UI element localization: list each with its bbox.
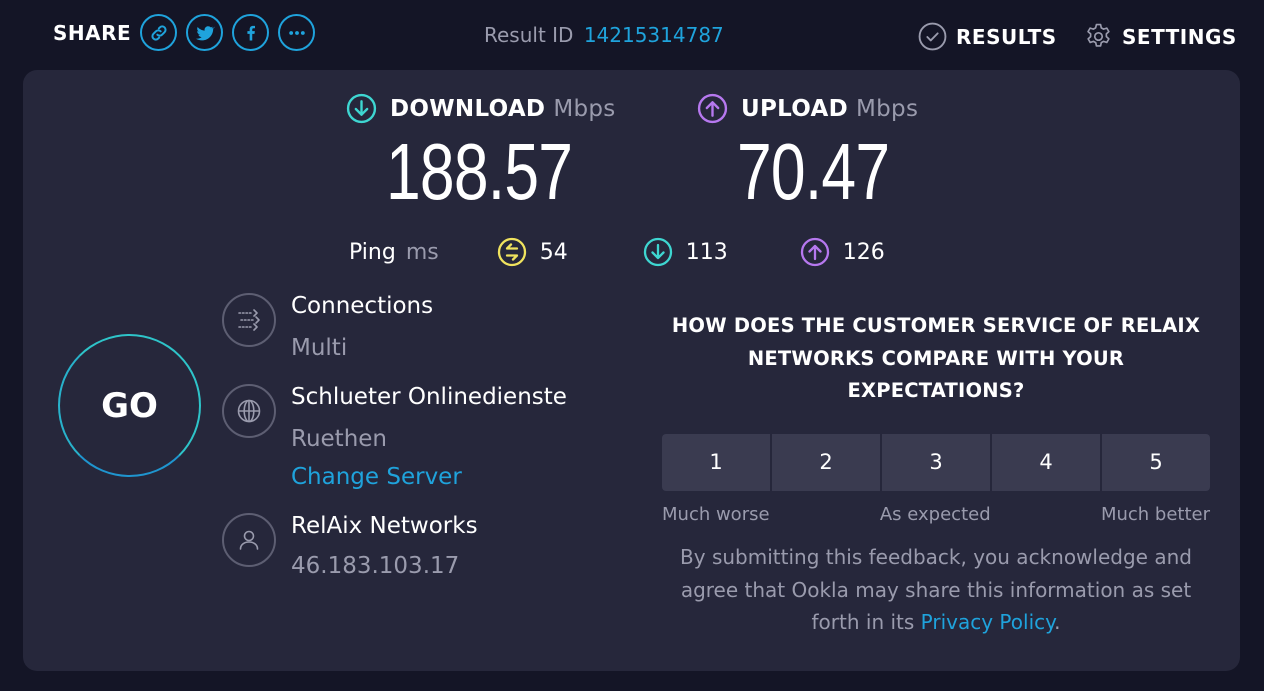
idle-latency-icon <box>497 237 526 267</box>
download-arrow-icon <box>346 93 377 124</box>
share-label: SHARE <box>53 20 132 45</box>
scale-low-label: Much worse <box>662 503 770 525</box>
change-server-link[interactable]: Change Server <box>291 462 567 492</box>
facebook-icon <box>247 25 255 40</box>
scale-high-label: Much better <box>1100 503 1210 525</box>
result-id-value[interactable]: 14215314787 <box>584 23 724 47</box>
rating-button-4[interactable]: 4 <box>992 433 1100 491</box>
ping-label: Ping <box>349 239 396 265</box>
download-latency-icon <box>643 237 672 267</box>
download-unit: Mbps <box>553 95 616 122</box>
share-twitter-button[interactable] <box>186 14 224 51</box>
rating-button-2[interactable]: 2 <box>772 433 880 491</box>
settings-label: SETTINGS <box>1122 24 1237 49</box>
scale-mid-label: As expected <box>879 503 991 525</box>
top-bar: SHARE Result ID 14215314787 RESULTS SETT… <box>0 0 1264 70</box>
isp-info: RelAix Networks 46.183.103.17 <box>222 513 478 581</box>
server-name: Schlueter Onlinedienste <box>291 384 567 410</box>
upload-header: UPLOAD Mbps <box>697 93 932 124</box>
upload-label: UPLOAD <box>741 95 848 122</box>
link-icon <box>151 24 167 41</box>
download-header: DOWNLOAD Mbps <box>346 93 625 124</box>
ping-idle-value: 54 <box>539 239 568 265</box>
connections-value: Multi <box>291 335 348 361</box>
connections-info: Connections Multi <box>222 293 433 363</box>
feedback-survey: HOW DOES THE CUSTOMER SERVICE OF RELAIX … <box>662 310 1210 525</box>
server-location: Ruethen <box>291 426 387 452</box>
share-link-button[interactable] <box>140 14 178 51</box>
gear-icon <box>1087 23 1110 47</box>
connections-title: Connections <box>291 293 434 319</box>
rating-button-1[interactable]: 1 <box>662 433 770 491</box>
privacy-policy-link[interactable]: Privacy Policy <box>921 610 1054 634</box>
share-bar: SHARE <box>53 14 324 51</box>
twitter-icon <box>195 25 215 40</box>
ping-upload: 126 <box>800 237 885 267</box>
settings-button[interactable]: SETTINGS <box>1084 22 1237 51</box>
user-icon <box>222 513 276 567</box>
share-facebook-button[interactable] <box>232 14 270 51</box>
ping-download-value: 113 <box>685 239 728 265</box>
rating-button-5[interactable]: 5 <box>1102 433 1210 491</box>
rating-scale-labels: Much worse As expected Much better <box>662 504 1210 525</box>
upload-unit: Mbps <box>856 95 919 122</box>
go-button[interactable]: GO <box>58 334 201 477</box>
checkmark-circle-icon <box>918 22 947 51</box>
download-label: DOWNLOAD <box>390 95 546 122</box>
download-speed: DOWNLOAD Mbps 188.57 <box>346 93 625 212</box>
upload-latency-icon <box>800 237 829 267</box>
ping-idle: 54 <box>497 237 568 267</box>
results-label: RESULTS <box>956 24 1057 49</box>
isp-name: RelAix Networks <box>291 513 478 539</box>
ping-unit: ms <box>405 239 439 265</box>
server-info: Schlueter Onlinedienste Ruethen Change S… <box>222 384 567 492</box>
upload-speed: UPLOAD Mbps 70.47 <box>697 93 932 212</box>
ping-download: 113 <box>643 237 728 267</box>
result-id: Result ID 14215314787 <box>484 23 724 47</box>
connections-icon <box>222 293 276 347</box>
share-more-button[interactable] <box>278 14 316 51</box>
result-id-label: Result ID <box>484 23 574 47</box>
ping-upload-value: 126 <box>842 239 885 265</box>
results-button[interactable]: RESULTS <box>918 22 1057 51</box>
upload-value: 70.47 <box>737 127 890 216</box>
more-icon <box>288 30 305 35</box>
isp-ip-address: 46.183.103.17 <box>291 553 460 579</box>
upload-arrow-icon <box>697 93 728 124</box>
rating-button-3[interactable]: 3 <box>882 433 990 491</box>
rating-scale: 1 2 3 4 5 <box>662 433 1210 491</box>
disclaimer-end: . <box>1054 610 1061 634</box>
download-value: 188.57 <box>386 127 573 216</box>
survey-question: HOW DOES THE CUSTOMER SERVICE OF RELAIX … <box>671 314 1201 402</box>
feedback-disclaimer: By submitting this feedback, you acknowl… <box>655 541 1217 639</box>
ping-row: Ping ms 54 113 126 <box>349 237 885 267</box>
globe-icon <box>222 384 276 438</box>
